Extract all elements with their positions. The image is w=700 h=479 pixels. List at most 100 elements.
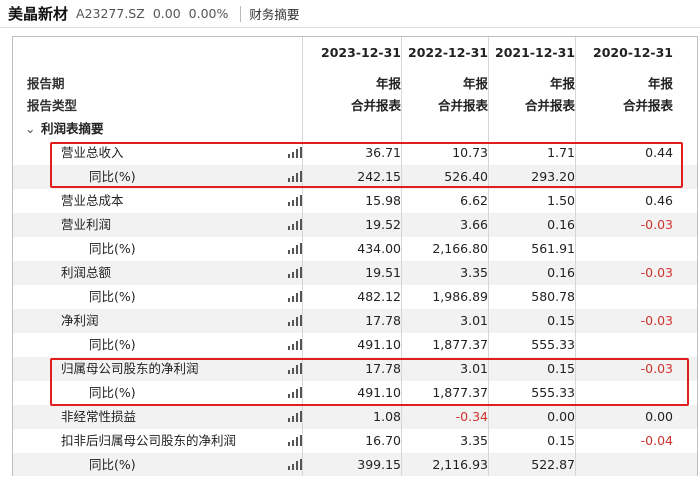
table-cell: 1,986.89 bbox=[432, 289, 488, 304]
table-row[interactable]: 营业总收入 36.71 10.73 1.71 0.44 bbox=[13, 141, 697, 165]
table-cell bbox=[576, 165, 673, 189]
column-header-date[interactable]: 2020-12-31 bbox=[576, 45, 673, 60]
table-header: 报告期 报告类型 2023-12-31 年报合并报表 2022-12-31 年报合并报… bbox=[13, 37, 697, 117]
table-row[interactable]: 营业利润 19.52 3.66 0.16 -0.03 bbox=[13, 213, 697, 237]
row-label: 同比(%) bbox=[89, 289, 136, 304]
table-row[interactable]: 非经常性损益 1.08 -0.34 0.00 0.00 bbox=[13, 405, 697, 429]
bar-chart-icon[interactable] bbox=[288, 315, 302, 326]
column-header-kind: 年报 bbox=[549, 76, 575, 91]
table-cell: 482.12 bbox=[357, 289, 401, 304]
table-cell: 3.01 bbox=[460, 361, 488, 376]
table-cell: -0.04 bbox=[640, 433, 673, 448]
column-header-date[interactable]: 2023-12-31 bbox=[303, 45, 401, 60]
table-cell: 15.98 bbox=[365, 193, 401, 208]
bar-chart-icon[interactable] bbox=[288, 291, 302, 302]
table-cell: 434.00 bbox=[357, 241, 401, 256]
bar-chart-icon[interactable] bbox=[288, 267, 302, 278]
column-header-scope: 合并报表 bbox=[622, 98, 673, 113]
table-row[interactable]: 同比(%) 482.12 1,986.89 580.78 bbox=[13, 285, 697, 309]
table-cell: -0.03 bbox=[640, 361, 673, 376]
bar-chart-icon[interactable] bbox=[288, 243, 302, 254]
bar-chart-icon[interactable] bbox=[288, 435, 302, 446]
table-cell: 555.33 bbox=[531, 385, 575, 400]
table-cell bbox=[576, 237, 673, 261]
bar-chart-icon[interactable] bbox=[288, 339, 302, 350]
bar-chart-icon[interactable] bbox=[288, 387, 302, 398]
row-label: 同比(%) bbox=[89, 241, 136, 256]
table-cell: 555.33 bbox=[531, 337, 575, 352]
row-label: 同比(%) bbox=[89, 337, 136, 352]
financial-summary-table: 报告期 报告类型 2023-12-31 年报合并报表 2022-12-31 年报合并报… bbox=[12, 36, 698, 476]
row-label: 营业总收入 bbox=[61, 145, 124, 160]
table-cell: 3.66 bbox=[460, 217, 488, 232]
bar-chart-icon[interactable] bbox=[288, 219, 302, 230]
bar-chart-icon[interactable] bbox=[288, 171, 302, 182]
title-bar: 美晶新材 A23277.SZ 0.00 0.00% 财务摘要 bbox=[0, 0, 700, 28]
table-cell: 242.15 bbox=[357, 169, 401, 184]
row-label: 非经常性损益 bbox=[61, 409, 137, 424]
row-label: 同比(%) bbox=[89, 169, 136, 184]
table-row[interactable]: 营业总成本 15.98 6.62 1.50 0.46 bbox=[13, 189, 697, 213]
chevron-down-icon: ⌄ bbox=[25, 121, 36, 136]
table-row[interactable]: 同比(%) 434.00 2,166.80 561.91 bbox=[13, 237, 697, 261]
column-divider bbox=[302, 37, 303, 476]
section-income-summary[interactable]: ⌄ 利润表摘要 bbox=[13, 117, 697, 141]
table-cell: 0.44 bbox=[645, 145, 673, 160]
row-label: 利润总额 bbox=[61, 265, 112, 280]
column-divider bbox=[575, 37, 576, 476]
bar-chart-icon[interactable] bbox=[288, 459, 302, 470]
table-cell: 17.78 bbox=[365, 361, 401, 376]
table-cell bbox=[576, 285, 673, 309]
table-row[interactable]: 同比(%) 242.15 526.40 293.20 bbox=[13, 165, 697, 189]
table-cell: 0.16 bbox=[547, 265, 575, 280]
column-header-date[interactable]: 2022-12-31 bbox=[402, 45, 488, 60]
table-cell: 3.35 bbox=[460, 433, 488, 448]
bar-chart-icon[interactable] bbox=[288, 195, 302, 206]
bar-chart-icon[interactable] bbox=[288, 147, 302, 158]
table-cell bbox=[576, 333, 673, 357]
column-header-scope: 合并报表 bbox=[524, 98, 575, 113]
table-cell: -0.34 bbox=[455, 409, 488, 424]
section-title: 利润表摘要 bbox=[41, 121, 104, 136]
table-cell: 0.00 bbox=[547, 409, 575, 424]
period-label: 报告期 bbox=[27, 76, 65, 91]
report-type-label: 报告类型 bbox=[27, 98, 78, 113]
table-cell bbox=[576, 453, 673, 476]
table-row[interactable]: 同比(%) 399.15 2,116.93 522.87 bbox=[13, 453, 697, 476]
column-header-scope: 合并报表 bbox=[350, 98, 401, 113]
column-header-kind: 年报 bbox=[375, 76, 401, 91]
column-header-date[interactable]: 2021-12-31 bbox=[489, 45, 575, 60]
stock-code: A23277.SZ bbox=[76, 6, 145, 21]
row-label: 营业利润 bbox=[61, 217, 112, 232]
table-cell: 491.10 bbox=[357, 337, 401, 352]
table-row[interactable]: 利润总额 19.51 3.35 0.16 -0.03 bbox=[13, 261, 697, 285]
row-label: 同比(%) bbox=[89, 385, 136, 400]
table-row[interactable]: 同比(%) 491.10 1,877.37 555.33 bbox=[13, 333, 697, 357]
table-cell: -0.03 bbox=[640, 313, 673, 328]
table-cell: 0.16 bbox=[547, 217, 575, 232]
column-header-kind: 年报 bbox=[462, 76, 488, 91]
table-cell: 1,877.37 bbox=[432, 337, 488, 352]
table-cell: 293.20 bbox=[531, 169, 575, 184]
table-row[interactable]: 净利润 17.78 3.01 0.15 -0.03 bbox=[13, 309, 697, 333]
row-label: 扣非后归属母公司股东的净利润 bbox=[61, 433, 237, 448]
table-cell: 36.71 bbox=[365, 145, 401, 160]
table-cell: 580.78 bbox=[531, 289, 575, 304]
table-cell: 522.87 bbox=[531, 457, 575, 472]
table-cell: 0.46 bbox=[645, 193, 673, 208]
bar-chart-icon[interactable] bbox=[288, 411, 302, 422]
bar-chart-icon[interactable] bbox=[288, 363, 302, 374]
row-label: 归属母公司股东的净利润 bbox=[61, 361, 199, 376]
table-cell: 19.51 bbox=[365, 265, 401, 280]
table-row[interactable]: 同比(%) 491.10 1,877.37 555.33 bbox=[13, 381, 697, 405]
tab-financial-summary[interactable]: 财务摘要 bbox=[249, 4, 299, 23]
table-cell: 0.15 bbox=[547, 433, 575, 448]
table-cell: 526.40 bbox=[444, 169, 488, 184]
table-row[interactable]: 扣非后归属母公司股东的净利润 16.70 3.35 0.15 -0.04 bbox=[13, 429, 697, 453]
table-cell: 2,166.80 bbox=[432, 241, 488, 256]
column-header-kind: 年报 bbox=[647, 76, 673, 91]
table-row[interactable]: 归属母公司股东的净利润 17.78 3.01 0.15 -0.03 bbox=[13, 357, 697, 381]
table-cell: 561.91 bbox=[531, 241, 575, 256]
divider bbox=[240, 5, 242, 22]
table-cell: 1,877.37 bbox=[432, 385, 488, 400]
